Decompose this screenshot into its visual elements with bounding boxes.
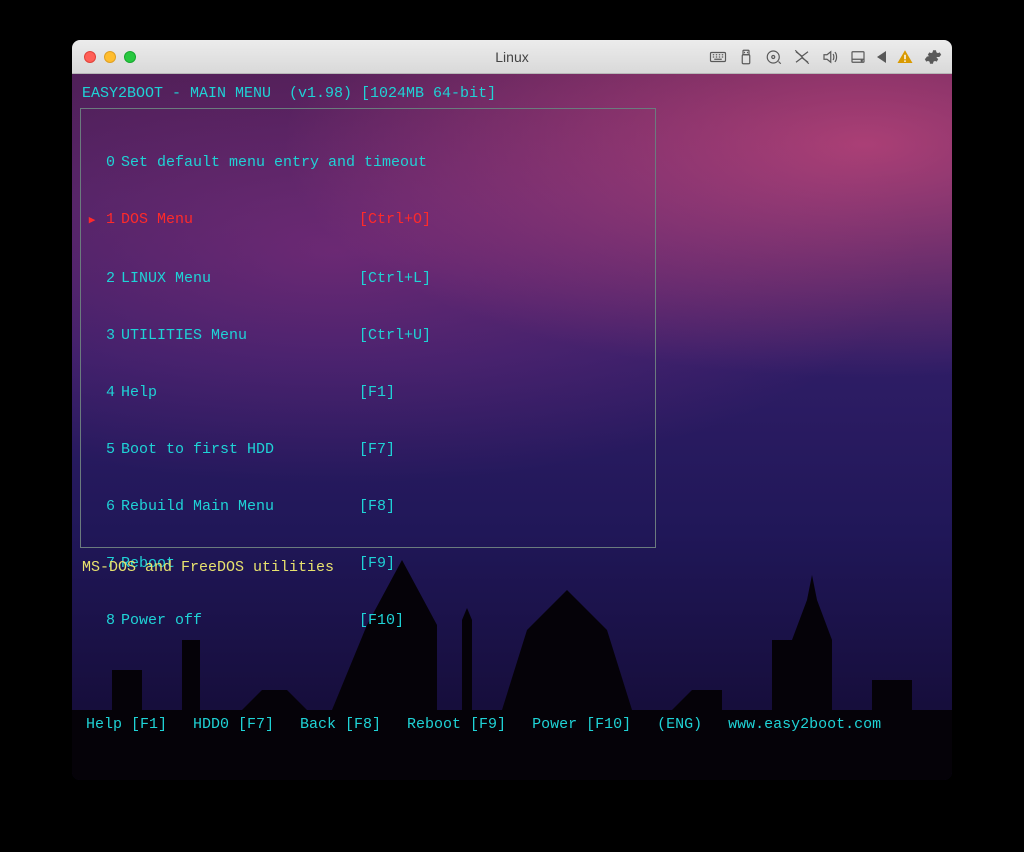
gear-icon[interactable] <box>924 48 942 66</box>
titlebar: Linux <box>72 40 952 74</box>
minimize-button[interactable] <box>104 51 116 63</box>
menu-description: MS-DOS and FreeDOS utilities <box>82 558 334 577</box>
storage-icon[interactable] <box>849 48 867 66</box>
footer-power: Power [F10] <box>532 715 631 734</box>
menu-item-3[interactable]: 3 UTILITIES Menu [Ctrl+U] <box>81 326 647 345</box>
footer-back: Back [F8] <box>300 715 381 734</box>
menu-item-5[interactable]: 5 Boot to first HDD [F7] <box>81 440 647 459</box>
back-icon[interactable] <box>877 51 886 63</box>
toolbar-icons <box>709 48 942 66</box>
footer-reboot: Reboot [F9] <box>407 715 506 734</box>
window-controls <box>84 51 136 63</box>
menu-item-8[interactable]: 8 Power off [F10] <box>81 611 647 630</box>
footer-url: www.easy2boot.com <box>728 715 881 734</box>
warning-icon[interactable] <box>896 48 914 66</box>
vm-screen: EASY2BOOT - MAIN MENU (v1.98) [1024MB 64… <box>72 74 952 780</box>
menu-item-0[interactable]: 0 Set default menu entry and timeout <box>81 153 647 172</box>
menu-item-6[interactable]: 6 Rebuild Main Menu [F8] <box>81 497 647 516</box>
vm-window: Linux <box>72 40 952 780</box>
boot-footer: Help [F1] HDD0 [F7] Back [F8] Reboot [F9… <box>86 715 881 734</box>
zoom-button[interactable] <box>124 51 136 63</box>
footer-lang: (ENG) <box>657 715 702 734</box>
boot-header: EASY2BOOT - MAIN MENU (v1.98) [1024MB 64… <box>82 84 496 103</box>
boot-terminal: EASY2BOOT - MAIN MENU (v1.98) [1024MB 64… <box>72 74 952 780</box>
disc-icon[interactable] <box>765 48 783 66</box>
close-button[interactable] <box>84 51 96 63</box>
footer-help: Help [F1] <box>86 715 167 734</box>
menu-item-2[interactable]: 2 LINUX Menu [Ctrl+L] <box>81 269 647 288</box>
menu-item-4[interactable]: 4 Help [F1] <box>81 383 647 402</box>
sound-icon[interactable] <box>821 48 839 66</box>
keyboard-icon[interactable] <box>709 48 727 66</box>
boot-menu[interactable]: 0 Set default menu entry and timeout 1 D… <box>80 108 656 548</box>
network-icon[interactable] <box>793 48 811 66</box>
selection-arrow-icon <box>85 210 99 231</box>
menu-item-1[interactable]: 1 DOS Menu [Ctrl+O] <box>81 210 647 231</box>
footer-hdd0: HDD0 [F7] <box>193 715 274 734</box>
usb-icon[interactable] <box>737 48 755 66</box>
